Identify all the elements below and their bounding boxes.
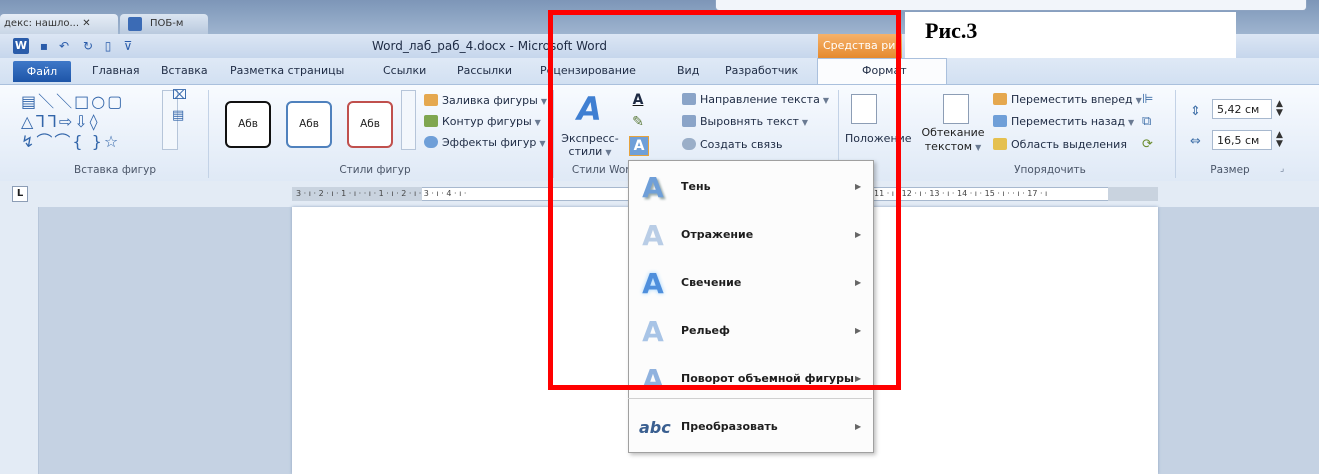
group-label-arrange: Упорядочить <box>1014 164 1086 176</box>
menu-item-label: Преобразовать <box>681 420 778 433</box>
browser-tab[interactable]: ПОБ-м <box>120 14 208 34</box>
shape-effects-button[interactable]: Эффекты фигур ▼ <box>424 134 545 152</box>
draw-textbox-icon[interactable]: ▤ <box>172 108 184 123</box>
tab-page-layout[interactable]: Разметка страницы <box>230 58 344 84</box>
shape-style-red[interactable]: Абв <box>347 101 393 148</box>
send-backward-button[interactable]: Переместить назад ▼ <box>993 113 1134 131</box>
shape-style-blue[interactable]: Абв <box>286 101 332 148</box>
shape-height-input[interactable]: 5,42 см <box>1212 99 1272 119</box>
group-separator <box>208 90 209 178</box>
annotation-highlight-frame <box>548 10 901 390</box>
selection-pane-icon <box>993 138 1007 150</box>
tab-home[interactable]: Главная <box>92 58 140 84</box>
shape-width-input[interactable]: 16,5 см <box>1212 130 1272 150</box>
tab-mailings[interactable]: Рассылки <box>457 58 512 84</box>
ruler-margin-right <box>1108 187 1158 201</box>
undo-icon[interactable]: ↶ <box>56 38 72 54</box>
menu-item-transform[interactable]: abc Преобразовать ▶ <box>629 403 871 451</box>
shape-outline-button[interactable]: Контур фигуры ▼ <box>424 113 541 131</box>
browser-tab-title: декс: нашло... <box>4 18 80 29</box>
styles-gallery-scroll[interactable] <box>401 90 416 150</box>
submenu-arrow-icon: ▶ <box>855 422 862 431</box>
shape-style-black[interactable]: Абв <box>225 101 271 148</box>
tab-selector-button[interactable]: L <box>12 186 28 202</box>
tab-insert[interactable]: Вставка <box>161 58 208 84</box>
customize-qat-icon[interactable]: ⊽ <box>120 38 136 54</box>
pen-icon <box>424 115 438 127</box>
vertical-ruler-strip <box>0 207 39 474</box>
shape-width-icon: ⇔ <box>1190 134 1201 149</box>
tab-file[interactable]: Файл <box>13 61 71 82</box>
height-spinner[interactable]: ▲ ▼ <box>1276 100 1283 118</box>
menu-divider <box>628 398 872 399</box>
group-separator <box>1175 90 1176 178</box>
wrap-text-button[interactable]: Обтекание текстом ▼ <box>918 126 988 155</box>
size-dialog-launcher-icon[interactable]: ⌟ <box>1280 164 1284 174</box>
paint-bucket-icon <box>424 94 438 106</box>
shape-fill-button[interactable]: Заливка фигуры ▼ <box>424 92 547 110</box>
width-spinner[interactable]: ▲ ▼ <box>1276 131 1283 149</box>
browser-tab[interactable]: декс: нашло... ✕ <box>0 14 118 34</box>
edit-shape-icon[interactable]: ⌧ <box>172 88 187 103</box>
tab-references[interactable]: Ссылки <box>383 58 426 84</box>
shape-height-icon: ⇕ <box>1190 104 1201 119</box>
align-icon[interactable]: ⊫ <box>1142 92 1153 107</box>
browser-tab-title: ПОБ-м <box>150 18 184 29</box>
word-app-icon[interactable]: W <box>13 38 29 54</box>
save-icon[interactable]: ▪ <box>36 38 52 54</box>
bring-forward-icon <box>993 93 1007 105</box>
transform-icon: abc <box>639 418 671 437</box>
send-backward-icon <box>993 115 1007 127</box>
shape-effects-icon <box>424 136 438 148</box>
group-objects-icon[interactable]: ⧉ <box>1142 114 1151 129</box>
figure-label: Рис.3 <box>925 18 978 43</box>
rotate-icon[interactable]: ⟳ <box>1142 137 1153 152</box>
redo-icon[interactable]: ↻ <box>80 38 96 54</box>
text-wrap-icon[interactable] <box>943 94 969 124</box>
group-label-insert-shapes: Вставка фигур <box>73 164 157 176</box>
group-label-size: Размер <box>1210 164 1250 176</box>
group-label-shape-styles: Стили фигур <box>339 164 411 176</box>
ruler-ticks-left: 3 · ı · 2 · ı · 1 · ı · · ı · 1 · ı · 2 … <box>296 189 467 198</box>
selection-pane-button[interactable]: Область выделения <box>993 136 1127 154</box>
bring-forward-button[interactable]: Переместить вперед ▼ <box>993 91 1142 109</box>
shapes-gallery[interactable]: ▤＼＼□○▢ △ᒣᒣ⇨⇩◊ ↯⌒⌒{ }☆ <box>21 92 161 152</box>
new-document-icon[interactable]: ▯ <box>100 38 116 54</box>
favicon-icon <box>128 17 142 31</box>
